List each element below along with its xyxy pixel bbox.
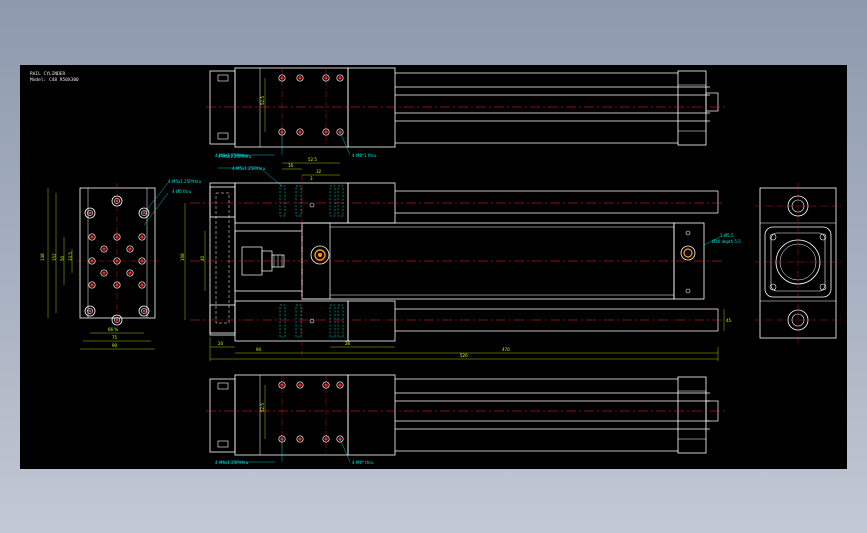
dim-base-3: 26 [345, 341, 351, 346]
dim-base-2: 94 [256, 347, 262, 352]
dim-right-v: 45 [726, 318, 732, 323]
callout-bottom-left: 4-M6x1 25P/thru [215, 460, 249, 465]
cad-drawing-viewport[interactable]: RAIL CYLINDER Model: C48 R50X300 52.5 4-… [20, 65, 847, 469]
callout-right-a: 2-Ø5.5 [720, 233, 734, 238]
dim-bottom-vertical: 52.5 [260, 403, 265, 412]
front-view: 52.5 16 32 3 4-M5x1 25P/thru 4-M5x1 25P/… [180, 154, 741, 361]
dim-left-w1: 66 % [108, 327, 118, 332]
title-line-1: RAIL CYLINDER [30, 71, 66, 77]
callout-top-right: 4-M6*1 thru [352, 153, 377, 158]
bottom-view: 52.5 4-M6x1 25P/thru 4-M6* thru [206, 374, 725, 465]
dim-mid-h2: 16 [288, 163, 294, 168]
dim-left-w2: 75 [112, 335, 118, 340]
dim-left-v4: 33.5 [68, 252, 73, 261]
callout-mid-b: 4-M5x1 25P/thru [232, 166, 266, 171]
dim-side-v1: 108 [180, 253, 185, 261]
dim-base-4: 470 [502, 347, 510, 352]
dim-base-1: 20 [218, 341, 224, 346]
dim-left-v3: 50 [60, 255, 65, 261]
left-side-view: 148 152 50 33.5 66 % 75 90 4-M5x1 25P/th… [40, 179, 202, 350]
dim-mid-h4: 3 [310, 176, 313, 181]
dim-mid-h3: 32 [316, 169, 322, 174]
dim-top-vertical: 52.5 [260, 96, 265, 105]
title-block: RAIL CYLINDER Model: C48 R50X300 [30, 71, 79, 83]
callout-mid-a: 4-M5x1 25P/thru [218, 154, 252, 159]
dim-left-v2: 152 [52, 253, 57, 261]
title-line-2: Model: C48 R50X300 [30, 77, 79, 83]
dim-left-w3: 90 [112, 343, 118, 348]
callout-left-a: 4-M5x1 25P/thru [168, 179, 202, 184]
dim-left-v1: 148 [40, 253, 45, 261]
callout-right-b: Ø10 depth 5.5 [712, 239, 741, 244]
callout-left-b: 4-Ø6 thru [172, 189, 192, 194]
callout-bottom-right: 4-M6* thru [352, 460, 374, 465]
right-end-view [755, 183, 841, 343]
dim-mid-h1: 52.5 [308, 157, 317, 162]
cad-drawing: RAIL CYLINDER Model: C48 R50X300 52.5 4-… [30, 67, 841, 465]
dim-base-5: 526 [460, 353, 468, 358]
top-view: 52.5 4-M6x1 25P/thru 4-M6*1 thru [206, 67, 725, 158]
dim-side-v2: 40 [200, 255, 205, 261]
